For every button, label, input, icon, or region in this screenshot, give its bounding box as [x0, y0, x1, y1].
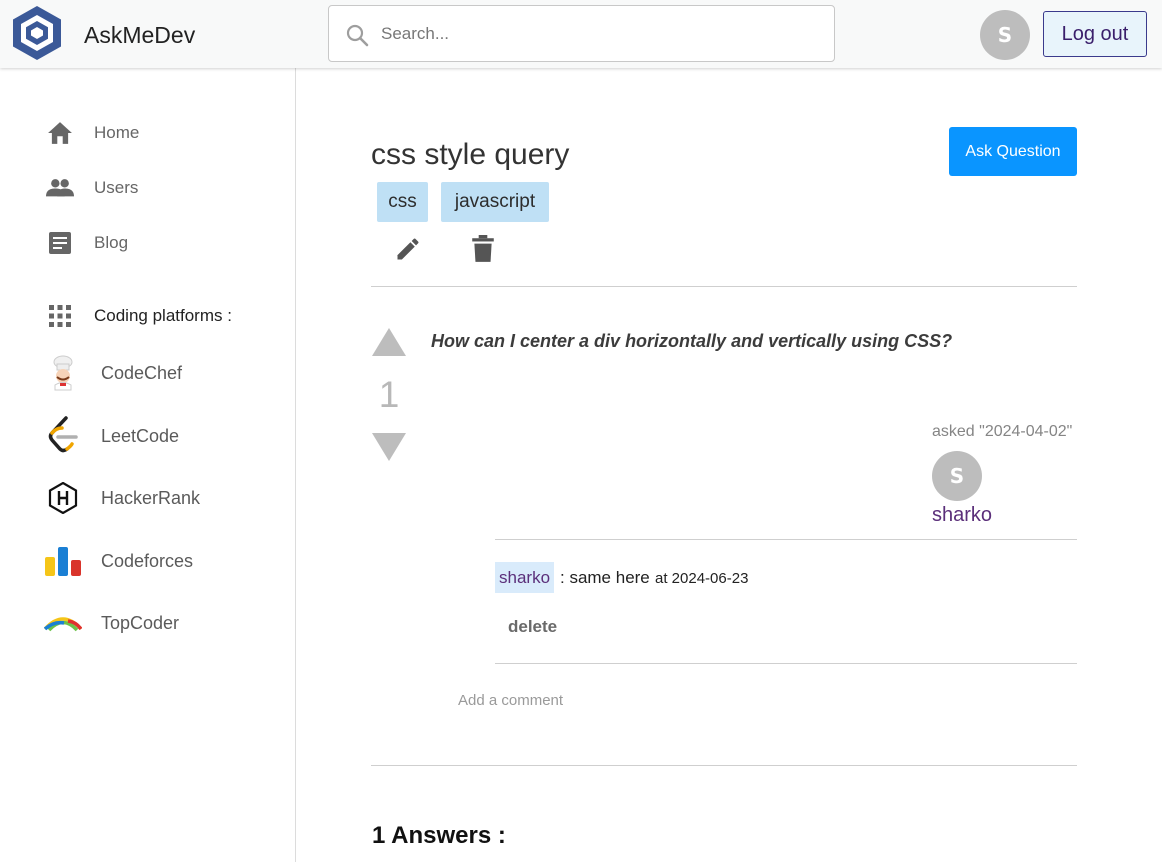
topcoder-logo-icon — [44, 602, 82, 644]
tag-javascript[interactable]: javascript — [441, 182, 549, 222]
users-icon — [46, 174, 74, 202]
comment-author-link[interactable]: sharko — [495, 562, 555, 593]
delete-icon[interactable] — [470, 235, 496, 263]
sidebar-item-label: Home — [94, 123, 140, 142]
sidebar-item-users[interactable]: Users — [46, 174, 138, 202]
platform-codeforces[interactable]: Codeforces — [44, 540, 193, 582]
comment-delete-button[interactable]: delete — [508, 617, 557, 637]
leetcode-logo-icon — [44, 415, 82, 457]
article-icon — [46, 229, 74, 257]
coding-platforms-label: Coding platforms : — [94, 306, 232, 325]
downvote-arrow-icon[interactable] — [372, 433, 406, 461]
author-name-link[interactable]: sharko — [932, 504, 992, 527]
top-header: AskMeDev S Log out — [0, 0, 1162, 68]
platform-codechef[interactable]: CodeChef — [44, 352, 182, 394]
sidebar: Home Users Blog Coding platforms: CodeC… — [0, 68, 296, 862]
platform-label: HackerRank — [101, 487, 201, 508]
platform-label: TopCoder — [101, 612, 180, 633]
sidebar-item-label: Users — [94, 178, 139, 197]
askmedev-logo-icon[interactable] — [11, 5, 63, 61]
user-avatar[interactable]: S — [980, 10, 1030, 60]
platform-label: Codeforces — [101, 550, 194, 571]
tag-css[interactable]: css — [377, 182, 428, 222]
comment-divider-top — [495, 539, 1077, 540]
brand-name[interactable]: AskMeDev — [84, 22, 195, 49]
question-title: css style query — [371, 138, 570, 171]
platform-leetcode[interactable]: LeetCode — [44, 415, 179, 457]
home-icon — [46, 119, 74, 147]
platform-hackerrank[interactable]: HackerRank — [44, 477, 200, 519]
coding-platforms-heading: Coding platforms : — [46, 302, 232, 330]
question-divider — [371, 765, 1077, 766]
sidebar-item-blog[interactable]: Blog — [46, 229, 128, 257]
ask-question-button[interactable]: Ask Question — [949, 127, 1077, 176]
codechef-logo-icon — [44, 352, 82, 394]
asked-date: asked "2024-04-02" — [932, 423, 1073, 440]
sidebar-item-label: Blog — [94, 233, 129, 252]
logout-button[interactable]: Log out — [1043, 11, 1147, 57]
search-icon — [346, 24, 369, 47]
author-avatar[interactable]: S — [932, 451, 982, 501]
comment-divider-bottom — [495, 663, 1077, 664]
vote-count: 1 — [378, 374, 400, 415]
search-box[interactable] — [328, 5, 835, 62]
apps-grid-icon — [46, 302, 74, 330]
sidebar-item-home[interactable]: Home — [46, 119, 139, 147]
comment-timestamp: at 2024-06-23 — [655, 570, 749, 587]
hackerrank-logo-icon — [44, 477, 82, 519]
platform-label: CodeChef — [101, 362, 183, 383]
platform-topcoder[interactable]: TopCoder — [44, 602, 179, 644]
answers-heading: 1 Answers : — [372, 822, 506, 849]
title-divider — [371, 286, 1077, 287]
comment-text: : same here — [560, 568, 650, 587]
codeforces-logo-icon — [44, 540, 82, 582]
edit-icon[interactable] — [394, 235, 422, 263]
question-body: How can I center a div horizontally and … — [431, 331, 953, 351]
add-comment-link[interactable]: Add a comment — [458, 692, 563, 709]
upvote-arrow-icon[interactable] — [372, 328, 406, 356]
platform-label: LeetCode — [101, 425, 180, 446]
search-input[interactable] — [381, 18, 811, 50]
